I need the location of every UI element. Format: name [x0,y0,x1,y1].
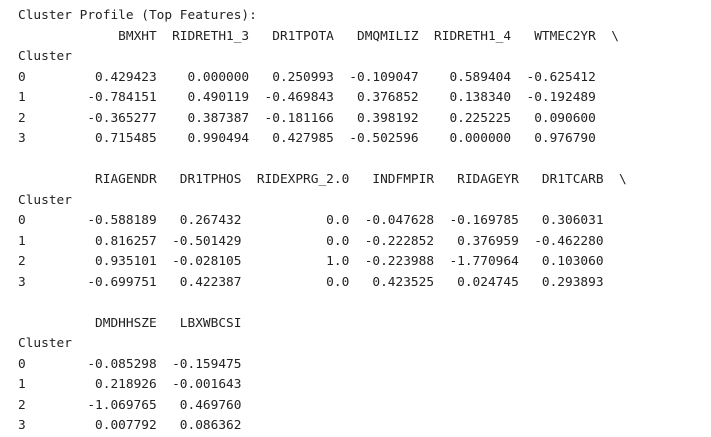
table-row: 1 0.816257 -0.501429 0.0 -0.222852 0.376… [18,233,604,249]
table-row: 2 0.935101 -0.028105 1.0 -0.223988 -1.77… [18,254,604,269]
notebook-output: Cluster Profile (Top Features): BMXHT RI… [0,0,711,435]
output-header: Cluster Profile (Top Features): [18,8,257,23]
column-header-row: RIAGENDR DR1TPHOS RIDEXPRG_2.0 INDFMPIR … [18,172,627,187]
column-header-row: BMXHT RIDRETH1_3 DR1TPOTA DMQMILIZ RIDRE… [18,28,619,44]
column-header-row: DMDHHSZE LBXWBCSI [18,315,242,331]
block-separator [18,293,711,314]
table-row: 1 -0.784151 0.490119 -0.469843 0.376852 … [18,90,596,105]
dataframe-blocks: BMXHT RIDRETH1_3 DR1TPOTA DMQMILIZ RIDRE… [18,27,711,437]
table-row: 3 0.007792 0.086362 [18,418,242,433]
table-row: 3 0.715485 0.990494 0.427985 -0.502596 0… [18,131,596,146]
table-row: 3 -0.699751 0.422387 0.0 0.423525 0.0247… [18,274,604,290]
index-label: Cluster [18,192,72,208]
table-row: 2 -1.069765 0.469760 [18,397,242,413]
block-separator [18,150,711,171]
table-row: 2 -0.365277 0.387387 -0.181166 0.398192 … [18,110,596,126]
table-row: 0 -0.588189 0.267432 0.0 -0.047628 -0.16… [18,213,604,228]
table-row: 1 0.218926 -0.001643 [18,377,242,392]
dataframe-block: BMXHT RIDRETH1_3 DR1TPOTA DMQMILIZ RIDRE… [18,27,711,150]
index-label: Cluster [18,336,72,351]
dataframe-block: RIAGENDR DR1TPHOS RIDEXPRG_2.0 INDFMPIR … [18,170,711,293]
table-row: 0 -0.085298 -0.159475 [18,356,242,372]
dataframe-block: DMDHHSZE LBXWBCSI Cluster 0 -0.085298 -0.1… [18,314,711,437]
index-label: Cluster [18,49,72,64]
table-row: 0 0.429423 0.000000 0.250993 -0.109047 0… [18,69,596,85]
